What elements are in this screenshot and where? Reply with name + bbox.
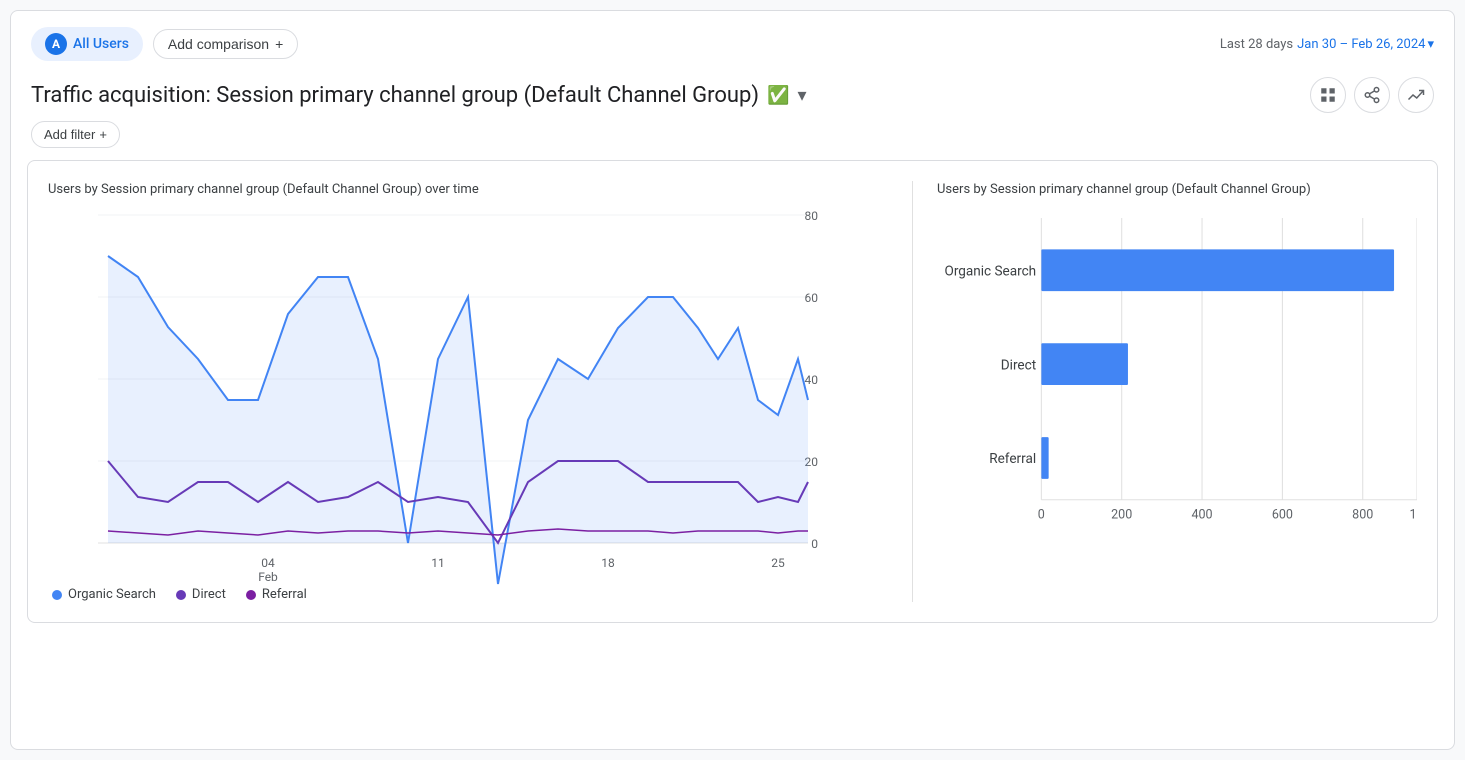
svg-text:40: 40 bbox=[805, 373, 819, 387]
svg-text:400: 400 bbox=[1191, 508, 1212, 523]
organic-search-fill bbox=[108, 256, 808, 584]
svg-text:600: 600 bbox=[1272, 508, 1293, 523]
filter-row: Add filter + bbox=[11, 117, 1454, 160]
legend-label-organic: Organic Search bbox=[68, 587, 156, 602]
all-users-chip[interactable]: A All Users bbox=[31, 27, 143, 61]
line-chart-legend: Organic Search Direct Referral bbox=[48, 587, 888, 602]
title-left: Traffic acquisition: Session primary cha… bbox=[31, 83, 807, 108]
dropdown-arrow-icon: ▾ bbox=[1427, 37, 1434, 52]
svg-text:11: 11 bbox=[431, 556, 445, 570]
main-page: A All Users Add comparison + Last 28 day… bbox=[10, 10, 1455, 750]
line-chart-svg: 80 60 40 20 0 04 Feb 11 18 25 bbox=[48, 215, 888, 545]
date-range-dropdown[interactable]: Jan 30 – Feb 26, 2024 ▾ bbox=[1297, 37, 1434, 52]
legend-label-referral: Referral bbox=[262, 587, 307, 602]
svg-text:60: 60 bbox=[805, 291, 819, 305]
svg-text:1K: 1K bbox=[1410, 508, 1417, 523]
all-users-label: All Users bbox=[73, 36, 129, 52]
legend-dot-referral bbox=[246, 590, 256, 600]
bar-organic bbox=[1041, 250, 1394, 292]
svg-text:18: 18 bbox=[601, 556, 615, 570]
title-icons bbox=[1310, 77, 1434, 113]
legend-dot-organic bbox=[52, 590, 62, 600]
filter-plus-icon: + bbox=[99, 127, 107, 142]
svg-text:25: 25 bbox=[771, 556, 785, 570]
charts-section: Users by Session primary channel group (… bbox=[27, 160, 1438, 623]
svg-text:Organic Search: Organic Search bbox=[945, 264, 1037, 280]
legend-dot-direct bbox=[176, 590, 186, 600]
header-left: A All Users Add comparison + bbox=[31, 27, 298, 61]
line-chart-container: 80 60 40 20 0 04 Feb 11 18 25 bbox=[48, 215, 888, 575]
header: A All Users Add comparison + Last 28 day… bbox=[11, 11, 1454, 69]
more-options-button[interactable] bbox=[1398, 77, 1434, 113]
add-filter-label: Add filter bbox=[44, 127, 95, 142]
bar-direct bbox=[1041, 343, 1128, 385]
header-right: Last 28 days Jan 30 – Feb 26, 2024 ▾ bbox=[1220, 37, 1434, 52]
legend-organic-search: Organic Search bbox=[52, 587, 156, 602]
chart-divider bbox=[912, 181, 913, 602]
add-filter-button[interactable]: Add filter + bbox=[31, 121, 120, 148]
svg-text:Feb: Feb bbox=[258, 570, 278, 584]
line-chart-title: Users by Session primary channel group (… bbox=[48, 181, 888, 199]
svg-text:04: 04 bbox=[261, 556, 275, 570]
chart-view-button[interactable] bbox=[1310, 77, 1346, 113]
svg-text:200: 200 bbox=[1111, 508, 1132, 523]
svg-text:800: 800 bbox=[1352, 508, 1373, 523]
share-button[interactable] bbox=[1354, 77, 1390, 113]
date-range-value: Jan 30 – Feb 26, 2024 bbox=[1297, 37, 1425, 52]
share-icon bbox=[1363, 86, 1381, 104]
all-users-avatar: A bbox=[45, 33, 67, 55]
add-comparison-button[interactable]: Add comparison + bbox=[153, 29, 298, 59]
bar-chart-svg: Organic Search Direct Referral 0 200 400… bbox=[937, 215, 1417, 555]
svg-text:0: 0 bbox=[811, 537, 818, 551]
plus-icon: + bbox=[275, 36, 283, 52]
bar-referral bbox=[1041, 437, 1048, 479]
svg-text:Direct: Direct bbox=[1001, 358, 1036, 374]
check-icon: ✅ bbox=[767, 85, 789, 106]
title-row: Traffic acquisition: Session primary cha… bbox=[11, 69, 1454, 117]
page-title: Traffic acquisition: Session primary cha… bbox=[31, 83, 759, 108]
legend-direct: Direct bbox=[176, 587, 226, 602]
line-chart-area: Users by Session primary channel group (… bbox=[48, 181, 888, 602]
legend-label-direct: Direct bbox=[192, 587, 226, 602]
sparkline-icon bbox=[1407, 86, 1425, 104]
title-dropdown-icon[interactable]: ▾ bbox=[797, 85, 806, 106]
date-range-label: Last 28 days bbox=[1220, 37, 1293, 52]
svg-text:0: 0 bbox=[1038, 508, 1045, 523]
legend-referral: Referral bbox=[246, 587, 307, 602]
bar-chart-area: Users by Session primary channel group (… bbox=[937, 181, 1417, 602]
chart-icon bbox=[1319, 86, 1337, 104]
svg-text:80: 80 bbox=[805, 209, 819, 223]
add-comparison-label: Add comparison bbox=[168, 36, 269, 52]
bar-chart-title: Users by Session primary channel group (… bbox=[937, 181, 1417, 199]
svg-text:Referral: Referral bbox=[989, 451, 1036, 467]
